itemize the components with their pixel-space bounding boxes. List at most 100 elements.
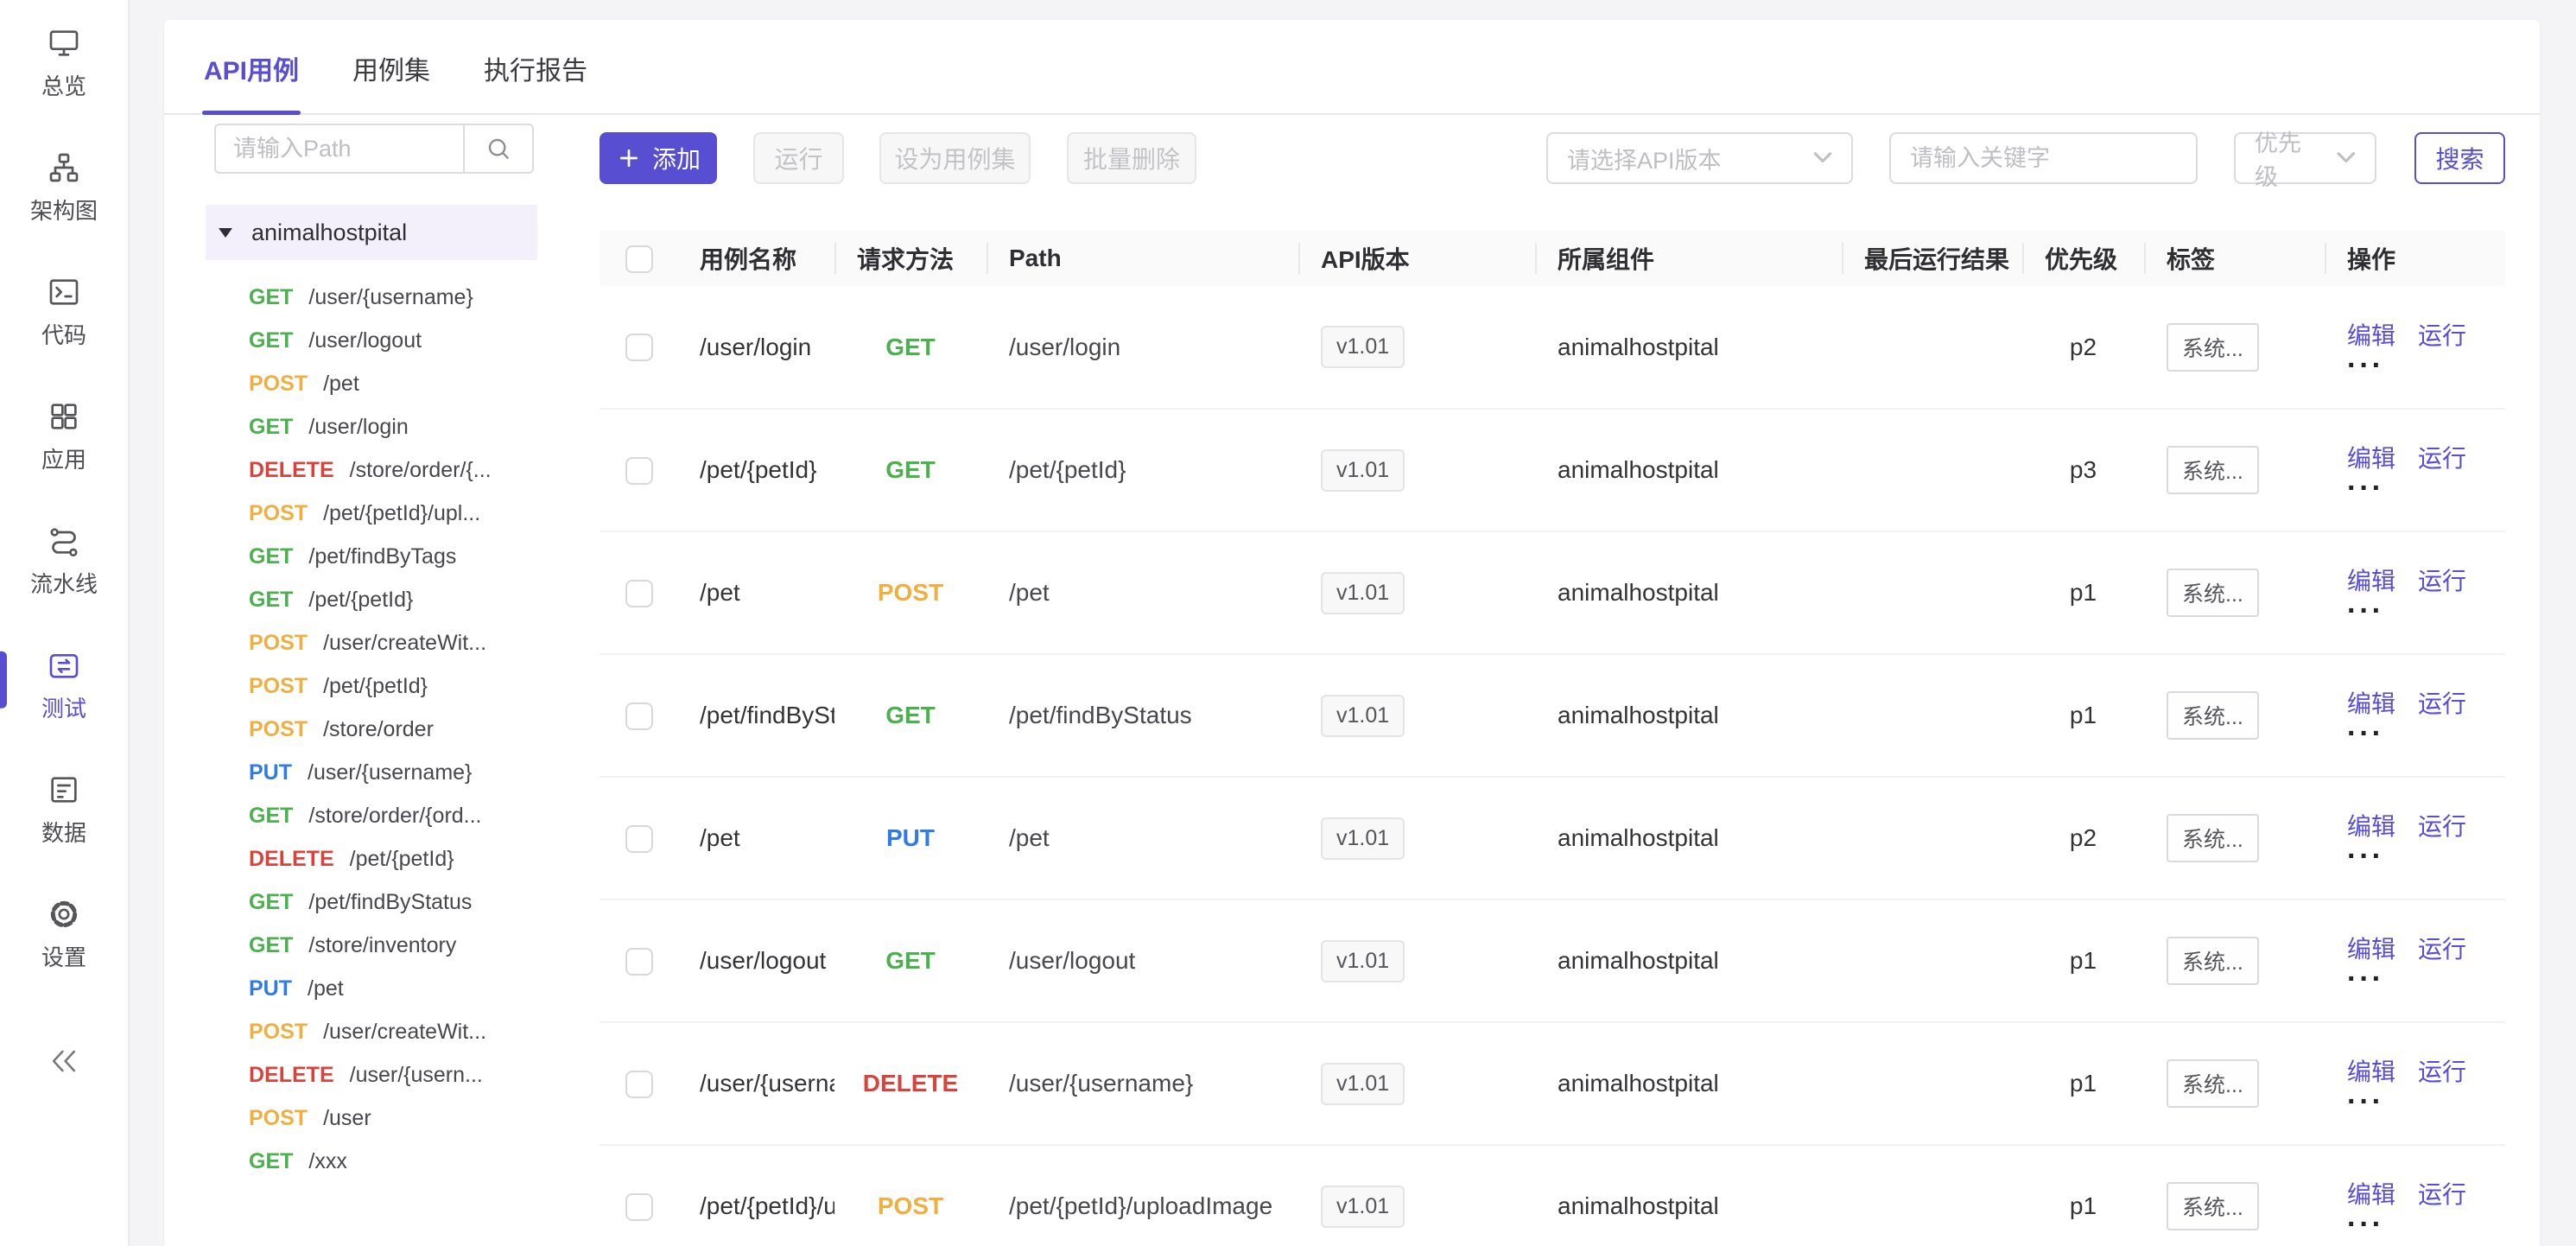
- cell-priority: p2: [2022, 286, 2144, 409]
- tree-item[interactable]: GET /pet/{petId}: [206, 578, 600, 621]
- cell-component: animalhostpital: [1535, 1022, 1842, 1145]
- tree-item[interactable]: POST /pet/{petId}/upl...: [206, 492, 600, 535]
- row-checkbox[interactable]: [625, 457, 653, 485]
- tree-item[interactable]: GET /store/inventory: [206, 924, 600, 967]
- tree-item[interactable]: GET /pet/findByStatus: [206, 880, 600, 924]
- tree-item[interactable]: PUT /user/{username}: [206, 751, 600, 794]
- cell-path: /pet/{petId}: [987, 409, 1298, 531]
- cell-component: animalhostpital: [1535, 1145, 1842, 1246]
- tag-badge: 系统...: [2167, 569, 2259, 617]
- sidebar-item-apps[interactable]: 应用: [0, 373, 128, 498]
- tree-item[interactable]: GET /xxx: [206, 1140, 600, 1183]
- tab-api-cases[interactable]: API用例: [202, 49, 301, 113]
- cell-component: animalhostpital: [1535, 409, 1842, 531]
- chevron-down-icon: [2337, 152, 2356, 164]
- sidebar-item-code[interactable]: 代码: [0, 249, 128, 373]
- more-actions-button[interactable]: ···: [2347, 1090, 2505, 1114]
- row-checkbox[interactable]: [625, 1071, 653, 1098]
- tree-item[interactable]: POST /user: [206, 1097, 600, 1140]
- edit-link[interactable]: 编辑: [2347, 1176, 2395, 1211]
- select-all-checkbox[interactable]: [625, 245, 653, 273]
- tree-item[interactable]: DELETE /user/{usern...: [206, 1053, 600, 1097]
- tree-item[interactable]: PUT /pet: [206, 967, 600, 1010]
- set-suite-button[interactable]: 设为用例集: [879, 132, 1031, 184]
- more-actions-button[interactable]: ···: [2347, 1212, 2505, 1236]
- tree-item-path: /user/{usern...: [350, 1063, 483, 1088]
- tree-item[interactable]: POST /user/createWit...: [206, 1010, 600, 1053]
- tree-item[interactable]: GET /store/order/{ord...: [206, 794, 600, 837]
- tree-item-path: /pet/{petId}/upl...: [323, 501, 480, 526]
- more-actions-button[interactable]: ···: [2347, 967, 2505, 991]
- tree-item-path: /user/createWit...: [323, 631, 486, 656]
- tree-item-method: GET: [249, 285, 293, 310]
- main-card: API用例 用例集 执行报告 animalhostpital: [164, 20, 2540, 1246]
- tree-item[interactable]: GET /pet/findByTags: [206, 535, 600, 578]
- path-search-button[interactable]: [463, 124, 534, 174]
- add-button[interactable]: 添加: [600, 132, 717, 184]
- run-link[interactable]: 运行: [2418, 563, 2466, 597]
- api-version-select[interactable]: 请选择API版本: [1546, 132, 1853, 184]
- priority-select[interactable]: 优先级: [2234, 132, 2376, 184]
- run-link[interactable]: 运行: [2418, 808, 2466, 842]
- sidebar-item-pipeline[interactable]: 流水线: [0, 498, 128, 622]
- tree-item[interactable]: GET /user/{username}: [206, 276, 600, 319]
- row-checkbox[interactable]: [625, 702, 653, 730]
- row-checkbox[interactable]: [625, 334, 653, 361]
- sidebar-item-test[interactable]: 测试: [0, 622, 128, 747]
- run-link[interactable]: 运行: [2418, 685, 2466, 720]
- cell-path: /pet: [987, 531, 1298, 654]
- run-link[interactable]: 运行: [2418, 1176, 2466, 1211]
- edit-link[interactable]: 编辑: [2347, 931, 2395, 965]
- path-search-input[interactable]: [214, 124, 463, 174]
- table-row: /user/{userna... DELETE /user/{username}…: [600, 1022, 2505, 1145]
- sidebar-item-overview[interactable]: 总览: [0, 0, 128, 124]
- tree-item[interactable]: POST /user/createWit...: [206, 621, 600, 664]
- table-row: /pet PUT /pet v1.01 animalhostpital p2 系…: [600, 777, 2505, 900]
- tree-item-path: /user/createWit...: [323, 1020, 486, 1045]
- run-link[interactable]: 运行: [2418, 317, 2466, 352]
- edit-link[interactable]: 编辑: [2347, 563, 2395, 597]
- more-actions-button[interactable]: ···: [2347, 476, 2505, 500]
- tree-item[interactable]: DELETE /pet/{petId}: [206, 837, 600, 880]
- run-link[interactable]: 运行: [2418, 440, 2466, 474]
- tree-item[interactable]: GET /user/logout: [206, 319, 600, 362]
- cell-case-name: /pet: [677, 777, 834, 900]
- cell-last-result: [1842, 777, 2022, 900]
- cell-priority: p1: [2022, 1145, 2144, 1246]
- more-actions-button[interactable]: ···: [2347, 353, 2505, 378]
- edit-link[interactable]: 编辑: [2347, 808, 2395, 842]
- search-button[interactable]: 搜索: [2414, 132, 2505, 184]
- row-checkbox[interactable]: [625, 1193, 653, 1221]
- tree-item[interactable]: POST /pet: [206, 362, 600, 405]
- row-checkbox[interactable]: [625, 825, 653, 853]
- sidebar-collapse-button[interactable]: [0, 1018, 128, 1104]
- edit-link[interactable]: 编辑: [2347, 1053, 2395, 1088]
- tree-root-node[interactable]: animalhostpital: [206, 205, 537, 260]
- more-actions-button[interactable]: ···: [2347, 722, 2505, 746]
- tab-run-reports[interactable]: 执行报告: [482, 49, 589, 113]
- run-link[interactable]: 运行: [2418, 931, 2466, 965]
- more-actions-button[interactable]: ···: [2347, 844, 2505, 868]
- sidebar: 总览 架构图 代码 应用 流水线 测试 数据 设置: [0, 0, 130, 1246]
- tree-item[interactable]: POST /store/order: [206, 708, 600, 751]
- edit-link[interactable]: 编辑: [2347, 440, 2395, 474]
- cell-method: GET: [834, 654, 987, 777]
- sidebar-item-settings[interactable]: 设置: [0, 871, 128, 995]
- run-button[interactable]: 运行: [753, 132, 844, 184]
- edit-link[interactable]: 编辑: [2347, 685, 2395, 720]
- tree-item[interactable]: DELETE /store/order/{...: [206, 448, 600, 492]
- cell-path: /user/{username}: [987, 1022, 1298, 1145]
- tab-case-suites[interactable]: 用例集: [351, 49, 432, 113]
- batch-delete-button[interactable]: 批量删除: [1067, 132, 1196, 184]
- tree-item[interactable]: POST /pet/{petId}: [206, 664, 600, 708]
- row-checkbox[interactable]: [625, 948, 653, 976]
- sidebar-item-architecture[interactable]: 架构图: [0, 124, 128, 249]
- edit-link[interactable]: 编辑: [2347, 317, 2395, 352]
- run-link[interactable]: 运行: [2418, 1053, 2466, 1088]
- tree-item[interactable]: GET /user/login: [206, 405, 600, 448]
- more-actions-button[interactable]: ···: [2347, 599, 2505, 623]
- keyword-input[interactable]: [1889, 132, 2198, 184]
- row-checkbox[interactable]: [625, 580, 653, 607]
- api-version-tag: v1.01: [1321, 1186, 1405, 1228]
- sidebar-item-data[interactable]: 数据: [0, 747, 128, 871]
